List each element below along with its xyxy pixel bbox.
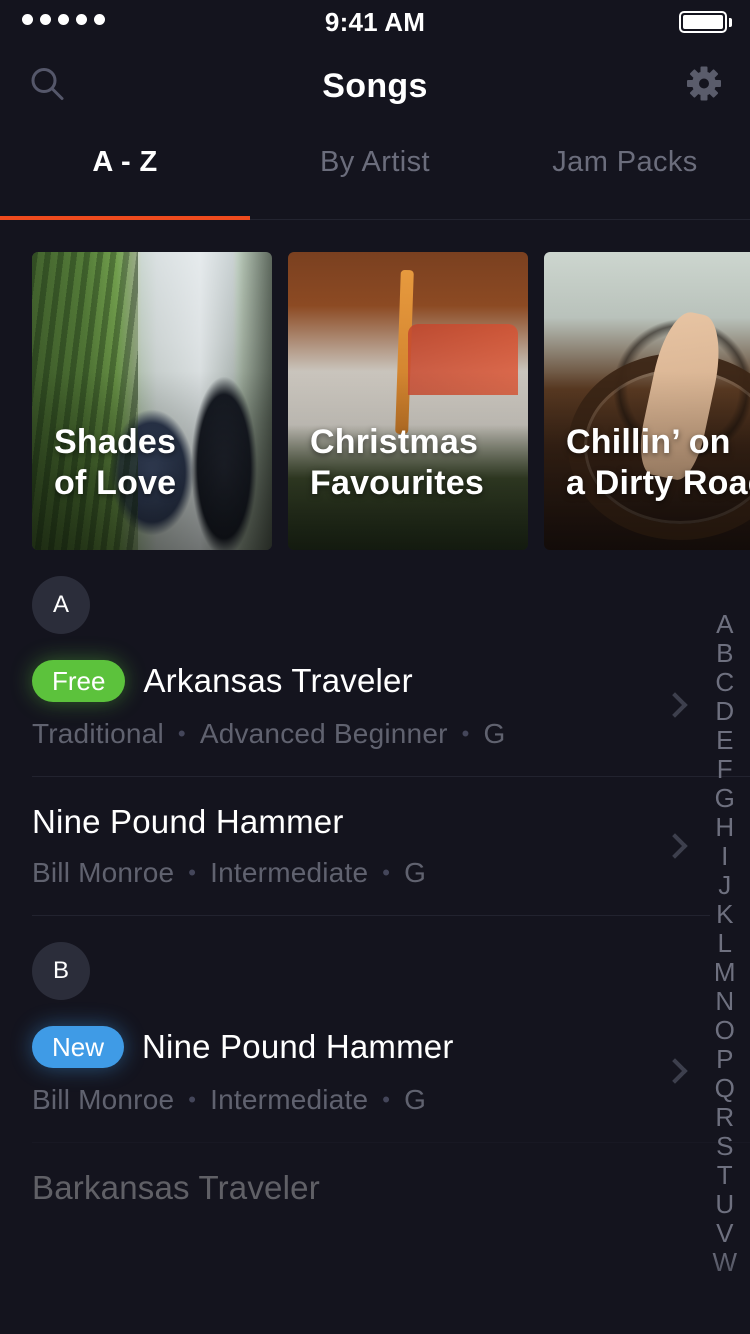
- tab-bar: A - Z By Artist Jam Packs: [0, 128, 750, 220]
- page-title: Songs: [322, 66, 428, 105]
- alpha-index-letter[interactable]: F: [717, 755, 733, 784]
- card-overlay: [288, 252, 528, 550]
- alpha-index-letter[interactable]: B: [716, 639, 734, 668]
- search-icon[interactable]: [28, 65, 66, 108]
- alphabet-index-scrubber[interactable]: A B C D E F G H I J K L M N O P Q R S T …: [700, 610, 750, 1277]
- alpha-index-letter[interactable]: D: [715, 697, 734, 726]
- alpha-index-letter[interactable]: A: [716, 610, 734, 639]
- alpha-index-letter[interactable]: R: [715, 1103, 734, 1132]
- alpha-index-letter[interactable]: H: [715, 813, 734, 842]
- song-key: G: [404, 1084, 427, 1115]
- song-artist: Bill Monroe: [32, 1084, 175, 1115]
- alpha-index-letter[interactable]: K: [716, 900, 734, 929]
- alpha-index-letter[interactable]: G: [715, 784, 736, 813]
- app-header: Songs: [0, 44, 750, 128]
- alpha-index-letter[interactable]: Q: [715, 1074, 736, 1103]
- gear-icon[interactable]: [686, 66, 722, 107]
- card-title: Christmas Favourites: [310, 423, 484, 503]
- meta-separator: •: [382, 860, 391, 885]
- status-bar: 9:41 AM: [0, 0, 750, 44]
- featured-card-shades-of-love[interactable]: Shades of Love: [32, 252, 272, 550]
- song-meta: Traditional • Advanced Beginner • G: [32, 718, 750, 750]
- alpha-index-letter[interactable]: M: [714, 958, 736, 987]
- app-screen: 9:41 AM Songs A - Z By Artist Jam Packs …: [0, 0, 750, 1334]
- song-row[interactable]: Barkansas Traveler: [32, 1142, 750, 1233]
- featured-carousel[interactable]: Shades of Love Christmas Favourites Chil…: [0, 220, 750, 550]
- alpha-index-letter[interactable]: P: [716, 1045, 734, 1074]
- alpha-index-letter[interactable]: I: [721, 842, 729, 871]
- song-list: A Free Arkansas Traveler Traditional • A…: [0, 550, 750, 1233]
- status-bar-clock: 9:41 AM: [324, 6, 426, 37]
- tab-a-z[interactable]: A - Z: [0, 128, 250, 179]
- song-title: Barkansas Traveler: [32, 1169, 320, 1206]
- song-meta: Bill Monroe • Intermediate • G: [32, 857, 750, 889]
- section-letter-badge: A: [32, 576, 90, 634]
- alpha-index-letter[interactable]: J: [718, 871, 732, 900]
- song-meta: Bill Monroe • Intermediate • G: [32, 1084, 750, 1116]
- featured-card-christmas-favourites[interactable]: Christmas Favourites: [288, 252, 528, 550]
- alpha-index-letter[interactable]: W: [712, 1248, 737, 1277]
- tab-by-artist[interactable]: By Artist: [250, 128, 500, 179]
- card-title: Chillin’ on a Dirty Road: [566, 423, 750, 503]
- featured-card-chillin-on-a-dirty-road[interactable]: Chillin’ on a Dirty Road: [544, 252, 750, 550]
- tab-active-indicator: [0, 216, 250, 220]
- card-overlay: [544, 252, 750, 550]
- meta-separator: •: [177, 721, 186, 746]
- song-key: G: [404, 857, 427, 888]
- meta-separator: •: [188, 860, 197, 885]
- card-title: Shades of Love: [54, 423, 177, 503]
- song-key: G: [483, 718, 506, 749]
- song-row[interactable]: Nine Pound Hammer Bill Monroe • Intermed…: [32, 776, 750, 915]
- scroll-fade-overlay: [0, 1244, 750, 1334]
- tab-jam-packs[interactable]: Jam Packs: [500, 128, 750, 179]
- meta-separator: •: [461, 721, 470, 746]
- song-artist: Bill Monroe: [32, 857, 175, 888]
- status-badge: Free: [32, 660, 126, 702]
- song-title: Nine Pound Hammer: [32, 803, 344, 840]
- alpha-index-letter[interactable]: L: [718, 929, 733, 958]
- alpha-index-letter[interactable]: S: [716, 1132, 734, 1161]
- alpha-index-letter[interactable]: U: [715, 1190, 734, 1219]
- song-artist: Traditional: [32, 718, 164, 749]
- song-title: Arkansas Traveler: [143, 662, 413, 699]
- song-row[interactable]: New Nine Pound Hammer Bill Monroe • Inte…: [32, 1000, 750, 1142]
- alpha-index-letter[interactable]: V: [716, 1219, 734, 1248]
- song-difficulty: Intermediate: [210, 1084, 369, 1115]
- alpha-index-letter[interactable]: C: [715, 668, 734, 697]
- meta-separator: •: [188, 1087, 197, 1112]
- card-overlay: [32, 252, 272, 550]
- song-difficulty: Intermediate: [210, 857, 369, 888]
- status-badge: New: [32, 1026, 125, 1068]
- song-row[interactable]: Free Arkansas Traveler Traditional • Adv…: [32, 634, 750, 776]
- song-difficulty: Advanced Beginner: [199, 718, 448, 749]
- section-header-a: A: [0, 550, 750, 634]
- alpha-index-letter[interactable]: O: [715, 1016, 736, 1045]
- signal-strength-icon: [22, 14, 105, 25]
- song-title: Nine Pound Hammer: [142, 1028, 454, 1065]
- battery-full-icon: [679, 11, 732, 33]
- alpha-index-letter[interactable]: N: [715, 987, 734, 1016]
- section-header-b: B: [0, 916, 750, 1000]
- meta-separator: •: [382, 1087, 391, 1112]
- section-letter-badge: B: [32, 942, 90, 1000]
- alpha-index-letter[interactable]: E: [716, 726, 734, 755]
- alpha-index-letter[interactable]: T: [717, 1161, 733, 1190]
